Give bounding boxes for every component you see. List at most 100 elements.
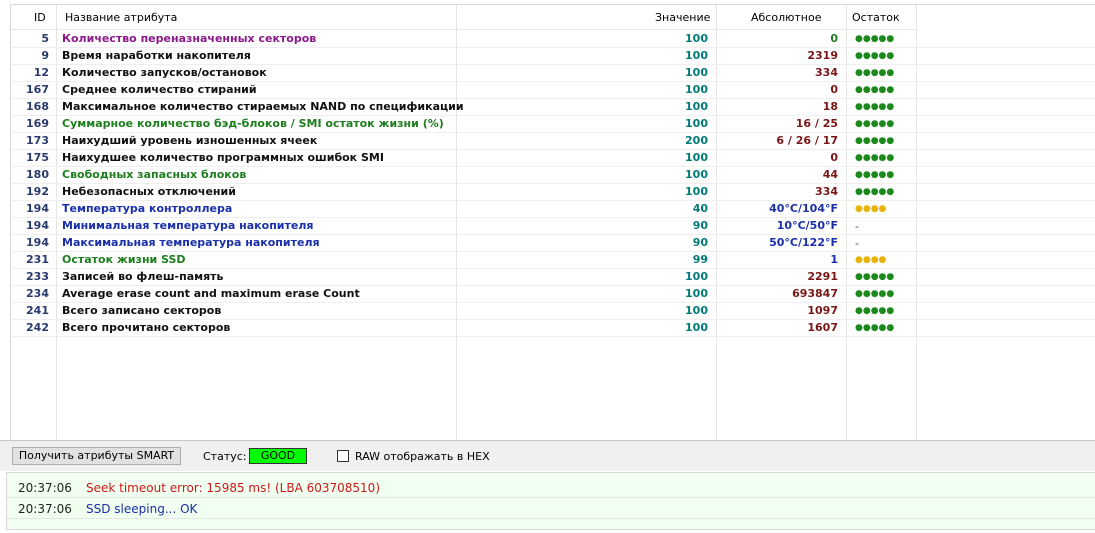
attribute-name: Количество запусков/остановок [62, 66, 267, 79]
table-row[interactable]: 180 Свободных запасных блоков 100 44 ●●●●● [11, 166, 1095, 184]
attribute-id: 231 [26, 253, 49, 266]
attribute-remaining: ●●●●● [855, 187, 895, 197]
header-absolute[interactable]: Абсолютное [751, 11, 821, 24]
log-message: Seek timeout error: 15985 ms! (LBA 60370… [86, 481, 380, 495]
table-row[interactable]: 234 Average erase count and maximum erase… [11, 285, 1095, 303]
table-row[interactable]: 194 Минимальная температура накопителя 90 1… [11, 217, 1095, 235]
attribute-absolute: 44 [822, 168, 838, 181]
attribute-remaining: ●●●●● [855, 289, 895, 299]
attribute-id: 194 [26, 236, 49, 249]
log-time: 20:37:06 [18, 481, 72, 495]
attribute-name: Свободных запасных блоков [62, 168, 247, 181]
header-id[interactable]: ID [34, 11, 46, 24]
attribute-id: 168 [26, 100, 49, 113]
attribute-value: 100 [685, 185, 708, 198]
table-row[interactable]: 175 Наихудшее количество программных ошиб… [11, 149, 1095, 167]
table-row[interactable]: 167 Среднее количество стираний 100 0 ●●●●● [11, 81, 1095, 99]
table-row[interactable]: 12 Количество запусков/остановок 100 334 ●●●… [11, 64, 1095, 82]
attribute-absolute: 334 [815, 66, 838, 79]
attribute-name: Время наработки накопителя [62, 49, 251, 62]
attribute-id: 233 [26, 270, 49, 283]
attribute-name: Суммарное количество бэд-блоков / SMI ос… [62, 117, 444, 130]
attribute-id: 194 [26, 219, 49, 232]
table-row[interactable]: 194 Температура контроллера 40 40°C/104°F ●●… [11, 200, 1095, 218]
header-value[interactable]: Значение [655, 11, 710, 24]
attribute-name: Остаток жизни SSD [62, 253, 186, 266]
attribute-name: Небезопасных отключений [62, 185, 236, 198]
attribute-remaining: ●●●●● [855, 85, 895, 95]
attribute-value: 100 [685, 304, 708, 317]
table-row[interactable]: 233 Записей во флеш-память 100 2291 ●●●●● [11, 268, 1095, 286]
attribute-absolute: 18 [822, 100, 838, 113]
attribute-absolute: 693847 [792, 287, 838, 300]
table-row[interactable]: 173 Наихудший уровень изношенных ячеек 200… [11, 132, 1095, 150]
attribute-remaining: ●●●●● [855, 306, 895, 316]
attribute-remaining: ●●●● [855, 255, 887, 265]
log-panel[interactable]: 20:37:06 Seek timeout error: 15985 ms! (… [6, 472, 1095, 530]
attribute-id: 173 [26, 134, 49, 147]
attribute-value: 90 [692, 236, 708, 249]
attribute-remaining: ●●●●● [855, 272, 895, 282]
attribute-id: 169 [26, 117, 49, 130]
attribute-value: 200 [685, 134, 708, 147]
attribute-value: 100 [685, 100, 708, 113]
attribute-remaining: ●●●●● [855, 34, 895, 44]
table-row[interactable]: 241 Всего записано секторов 100 1097 ●●●●● [11, 302, 1095, 320]
attribute-remaining: ●●●●● [855, 170, 895, 180]
smart-attributes-table[interactable]: ID Название атрибута Значение Абсолютное… [10, 4, 1095, 441]
attribute-value: 100 [685, 321, 708, 334]
attribute-remaining: ●●●●● [855, 136, 895, 146]
attribute-remaining: ●●●● [855, 204, 887, 214]
log-time: 20:37:06 [18, 502, 72, 516]
hex-checkbox-label[interactable]: RAW отображать в HEX [355, 450, 490, 463]
attribute-name: Наихудшее количество программных ошибок … [62, 151, 384, 164]
attribute-remaining: - [855, 237, 859, 250]
table-row[interactable]: 169 Суммарное количество бэд-блоков / SMI… [11, 115, 1095, 133]
log-entry: 20:37:06 Seek timeout error: 15985 ms! (… [7, 476, 1095, 498]
hex-checkbox[interactable] [337, 450, 349, 462]
table-row[interactable]: 192 Небезопасных отключений 100 334 ●●●●● [11, 183, 1095, 201]
table-header: ID Название атрибута Значение Абсолютное… [11, 5, 917, 30]
status-label: Статус: [203, 450, 247, 463]
attribute-value: 100 [685, 66, 708, 79]
attribute-id: 180 [26, 168, 49, 181]
attribute-value: 100 [685, 32, 708, 45]
attribute-id: 241 [26, 304, 49, 317]
table-row[interactable]: 242 Всего прочитано секторов 100 1607 ●●●●● [11, 319, 1095, 337]
attribute-remaining: - [855, 220, 859, 233]
table-row[interactable]: 194 Максимальная температура накопителя 90… [11, 234, 1095, 252]
header-remaining[interactable]: Остаток [852, 11, 900, 24]
header-name[interactable]: Название атрибута [65, 11, 177, 24]
attribute-absolute: 1097 [807, 304, 838, 317]
attribute-name: Среднее количество стираний [62, 83, 257, 96]
attribute-value: 100 [685, 151, 708, 164]
attribute-name: Температура контроллера [62, 202, 233, 215]
attribute-absolute: 1607 [807, 321, 838, 334]
attribute-absolute: 0 [830, 32, 838, 45]
attribute-name: Записей во флеш-память [62, 270, 224, 283]
table-row[interactable]: 168 Максимальное количество стираемых NAN… [11, 98, 1095, 116]
attribute-value: 100 [685, 49, 708, 62]
table-row[interactable]: 5 Количество переназначенных секторов 100 0… [11, 30, 1095, 48]
attribute-absolute: 2319 [807, 49, 838, 62]
attribute-id: 5 [41, 32, 49, 45]
attribute-absolute: 1 [830, 253, 838, 266]
table-row[interactable]: 9 Время наработки накопителя 100 2319 ●●●●● [11, 47, 1095, 65]
attribute-absolute: 50°C/122°F [769, 236, 838, 249]
status-badge: GOOD [249, 448, 307, 464]
attribute-name: Максимальная температура накопителя [62, 236, 320, 249]
attribute-remaining: ●●●●● [855, 153, 895, 163]
attribute-absolute: 0 [830, 151, 838, 164]
attribute-remaining: ●●●●● [855, 51, 895, 61]
attribute-name: Количество переназначенных секторов [62, 32, 317, 45]
get-smart-button[interactable]: Получить атрибуты SMART [12, 447, 181, 465]
attribute-value: 100 [685, 270, 708, 283]
table-row[interactable]: 231 Остаток жизни SSD 99 1 ●●●● [11, 251, 1095, 269]
attribute-name: Всего записано секторов [62, 304, 222, 317]
attribute-id: 234 [26, 287, 49, 300]
attribute-name: Всего прочитано секторов [62, 321, 231, 334]
log-entry: 20:37:06 SSD sleeping... OK [7, 497, 1095, 519]
attribute-id: 194 [26, 202, 49, 215]
attribute-id: 175 [26, 151, 49, 164]
attribute-remaining: ●●●●● [855, 102, 895, 112]
